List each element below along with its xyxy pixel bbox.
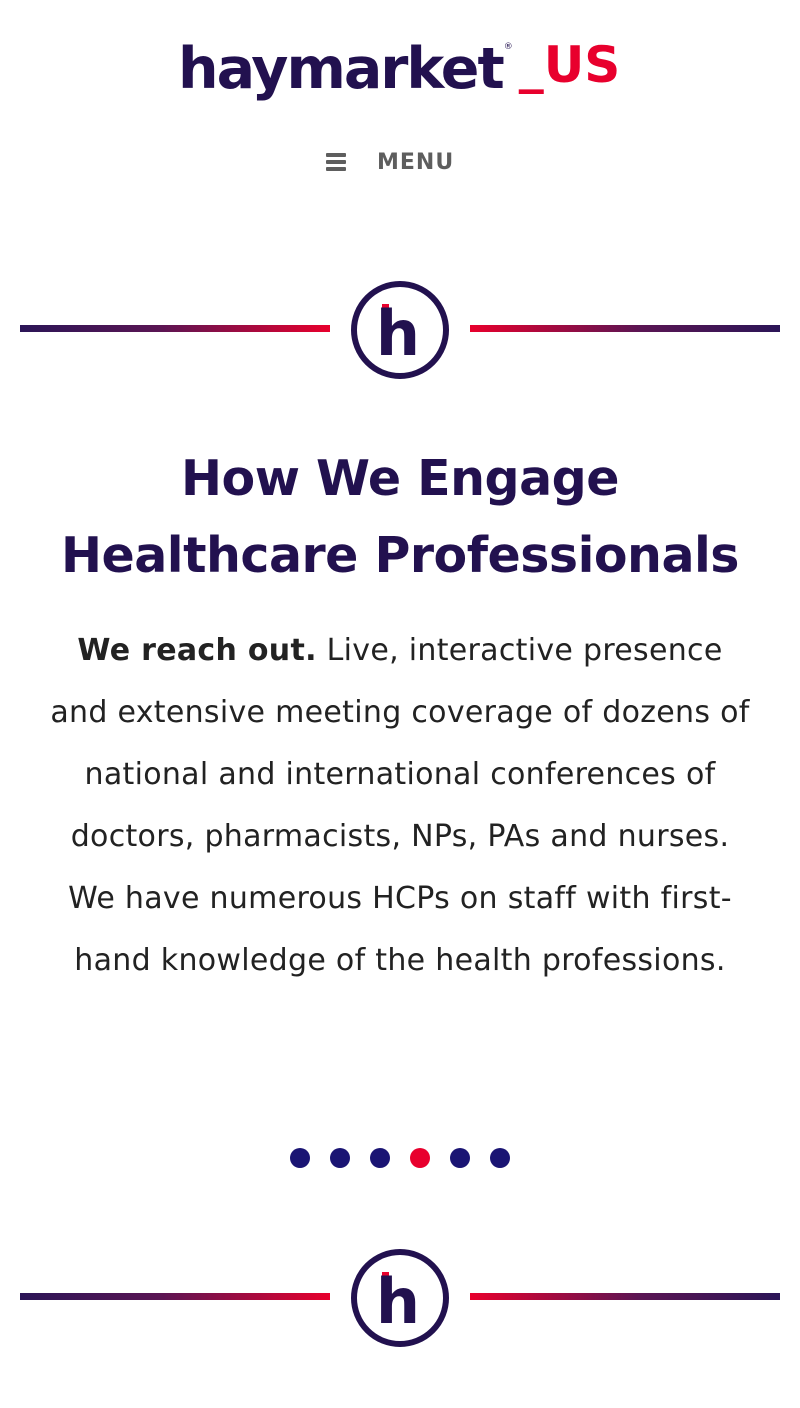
divider-line-right [470,325,780,332]
carousel-dot-4[interactable] [410,1148,430,1168]
haymarket-us-logo[interactable]: haymarket ® _US [178,36,620,112]
section-body: We reach out. Live, interactive presence… [50,620,750,992]
section-divider-bottom: h [20,1246,780,1350]
divider-line-right [470,1293,780,1300]
menu-label: MENU [377,149,455,175]
section-title-line-2: Healthcare Professionals [61,527,739,584]
section-divider-top: h [20,278,780,382]
divider-line-left [20,325,330,332]
section-title-line-1: How We Engage [181,450,619,507]
h-badge-letter: h [376,297,420,370]
carousel-dot-1[interactable] [290,1148,310,1168]
carousel-dot-3[interactable] [370,1148,390,1168]
h-logo-icon: h [351,281,449,379]
site-header: haymarket ® _US MENU [0,0,800,210]
hamburger-menu-icon [326,153,346,171]
divider-line-left [20,1293,330,1300]
engagement-section: How We Engage Healthcare Professionals W… [0,440,800,1168]
section-body-text: Live, interactive presence and extensive… [50,633,750,978]
carousel-dot-5[interactable] [450,1148,470,1168]
logo-brand-text: haymarket [178,36,505,102]
menu-toggle-button[interactable]: MENU [318,140,478,184]
section-body-lead: We reach out. [77,633,317,668]
section-title: How We Engage Healthcare Professionals [0,440,800,594]
carousel-dot-2[interactable] [330,1148,350,1168]
carousel-pagination [0,1146,800,1170]
logo-region-text: _US [518,36,621,94]
h-logo-icon: h [351,1249,449,1347]
carousel-dot-6[interactable] [490,1148,510,1168]
logo-registered-mark: ® [503,42,513,52]
h-badge-letter: h [376,1265,420,1338]
